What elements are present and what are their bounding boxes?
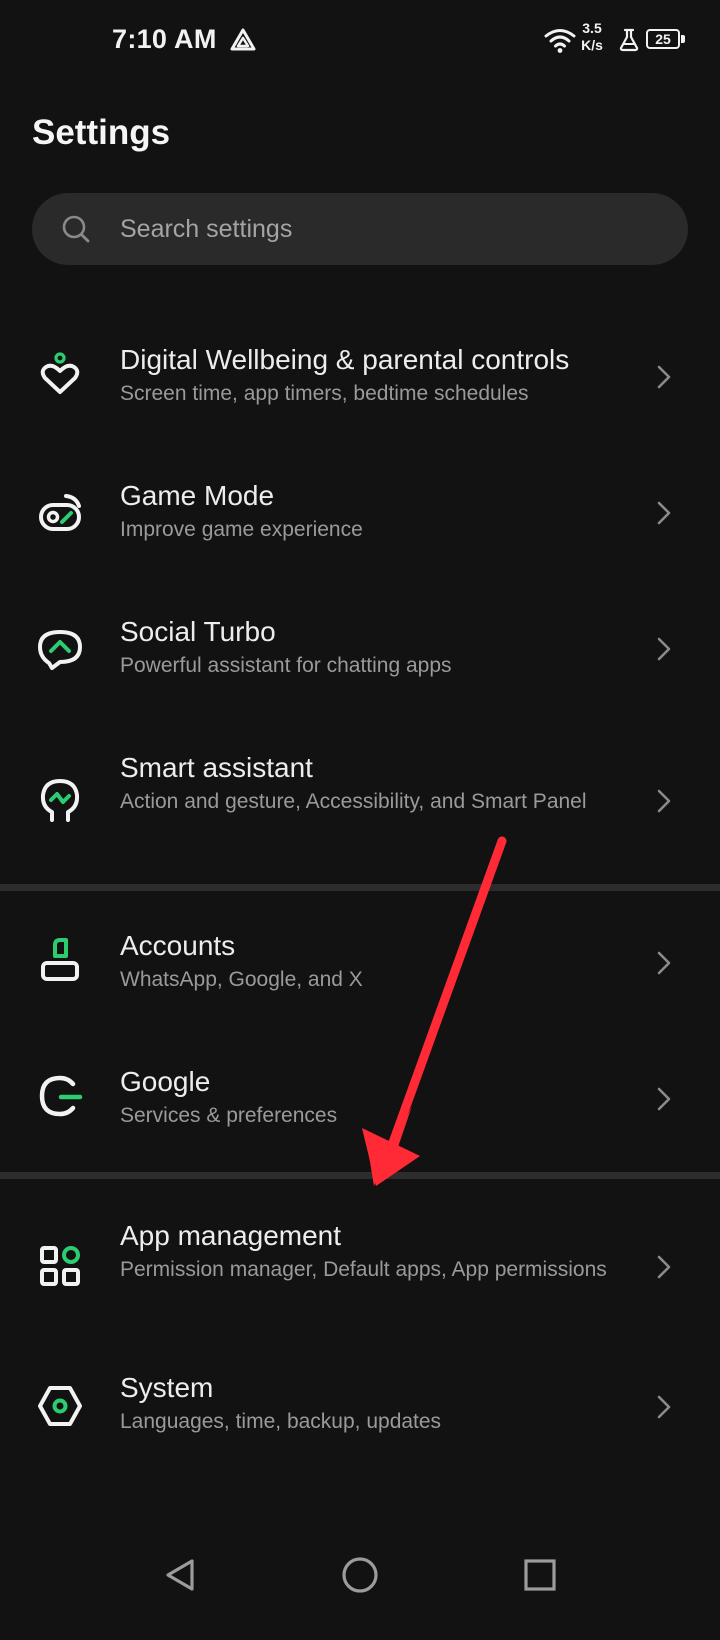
digital-wellbeing-icon	[40, 352, 80, 394]
settings-item-text: Game Mode Improve game experience	[120, 478, 640, 544]
settings-item-system[interactable]: System Languages, time, backup, updates	[0, 1352, 720, 1472]
chevron-right-icon	[657, 1087, 671, 1111]
settings-item-subtitle: WhatsApp, Google, and X	[120, 968, 363, 991]
settings-item-text: Smart assistant Action and gesture, Acce…	[120, 750, 640, 816]
network-speed: 3.5 K/s	[578, 20, 606, 54]
settings-item-social-turbo[interactable]: Social Turbo Powerful assistant for chat…	[0, 602, 720, 722]
settings-item-title: Smart assistant	[120, 752, 313, 783]
chevron-right-icon	[657, 1255, 671, 1279]
chevron-right-icon	[657, 365, 671, 389]
settings-item-text: App management Permission manager, Defau…	[120, 1218, 640, 1284]
network-speed-value: 3.5	[582, 20, 602, 36]
battery-tip	[681, 35, 685, 43]
wifi-icon	[544, 29, 576, 53]
settings-item-subtitle: Action and gesture, Accessibility, and S…	[120, 790, 587, 813]
drive-icon	[230, 28, 256, 51]
back-icon	[166, 1559, 194, 1591]
settings-item-digital-wellbeing[interactable]: Digital Wellbeing & parental controls Sc…	[0, 330, 720, 450]
recents-button[interactable]	[500, 1540, 580, 1610]
settings-item-smart-assistant[interactable]: Smart assistant Action and gesture, Acce…	[0, 738, 720, 878]
settings-item-game-mode[interactable]: Game Mode Improve game experience	[0, 466, 720, 586]
settings-item-subtitle: Improve game experience	[120, 518, 363, 541]
settings-item-text: Social Turbo Powerful assistant for chat…	[120, 614, 640, 680]
settings-item-text: Google Services & preferences	[120, 1064, 640, 1130]
google-icon	[39, 1075, 83, 1117]
settings-item-subtitle: Services & preferences	[120, 1104, 338, 1127]
settings-item-subtitle: Powerful assistant for chatting apps	[120, 654, 452, 677]
status-time: 7:10 AM	[112, 24, 217, 54]
chevron-right-icon	[657, 789, 671, 813]
settings-item-title: Digital Wellbeing & parental controls	[120, 344, 570, 375]
home-icon	[342, 1557, 378, 1593]
settings-item-text: Accounts WhatsApp, Google, and X	[120, 928, 640, 994]
app-management-icon	[40, 1246, 80, 1286]
smart-assistant-icon	[40, 779, 80, 822]
settings-item-title: Game Mode	[120, 480, 275, 511]
settings-item-title: Google	[120, 1066, 211, 1097]
chevron-right-icon	[657, 637, 671, 661]
search-bar[interactable]	[32, 193, 688, 265]
settings-item-subtitle: Languages, time, backup, updates	[120, 1410, 442, 1433]
settings-item-text: System Languages, time, backup, updates	[120, 1370, 640, 1436]
settings-item-app-management[interactable]: App management Permission manager, Defau…	[0, 1196, 720, 1346]
back-button[interactable]	[140, 1540, 220, 1610]
status-bar: 7:10 AM 3.5 K/s 25	[0, 0, 720, 84]
settings-item-google[interactable]: Google Services & preferences	[0, 1044, 720, 1164]
settings-item-title: System	[120, 1372, 214, 1403]
settings-item-text: Digital Wellbeing & parental controls Sc…	[120, 342, 640, 408]
network-speed-unit: K/s	[581, 37, 603, 53]
search-icon	[62, 215, 90, 243]
home-button[interactable]	[320, 1540, 400, 1610]
search-input[interactable]	[120, 193, 660, 265]
chevron-right-icon	[657, 501, 671, 525]
navigation-bar	[0, 1540, 720, 1640]
section-divider	[0, 884, 720, 891]
game-mode-icon	[39, 494, 81, 531]
battery-level: 25	[646, 29, 680, 49]
settings-item-accounts[interactable]: Accounts WhatsApp, Google, and X	[0, 908, 720, 1028]
settings-item-title: App management	[120, 1220, 342, 1251]
page-title: Settings	[32, 113, 171, 152]
battery-icon: 25	[646, 29, 686, 51]
settings-item-title: Social Turbo	[120, 616, 276, 647]
recents-icon	[524, 1559, 556, 1591]
settings-item-title: Accounts	[120, 930, 236, 961]
chevron-right-icon	[657, 1395, 671, 1419]
accounts-icon	[41, 938, 79, 981]
lab-flask-icon	[619, 28, 639, 52]
section-divider	[0, 1172, 720, 1179]
chevron-right-icon	[657, 951, 671, 975]
settings-item-subtitle: Screen time, app timers, bedtime schedul…	[120, 382, 529, 405]
social-turbo-icon	[38, 630, 82, 670]
settings-item-subtitle: Permission manager, Default apps, App pe…	[120, 1258, 607, 1281]
system-icon	[38, 1386, 82, 1426]
